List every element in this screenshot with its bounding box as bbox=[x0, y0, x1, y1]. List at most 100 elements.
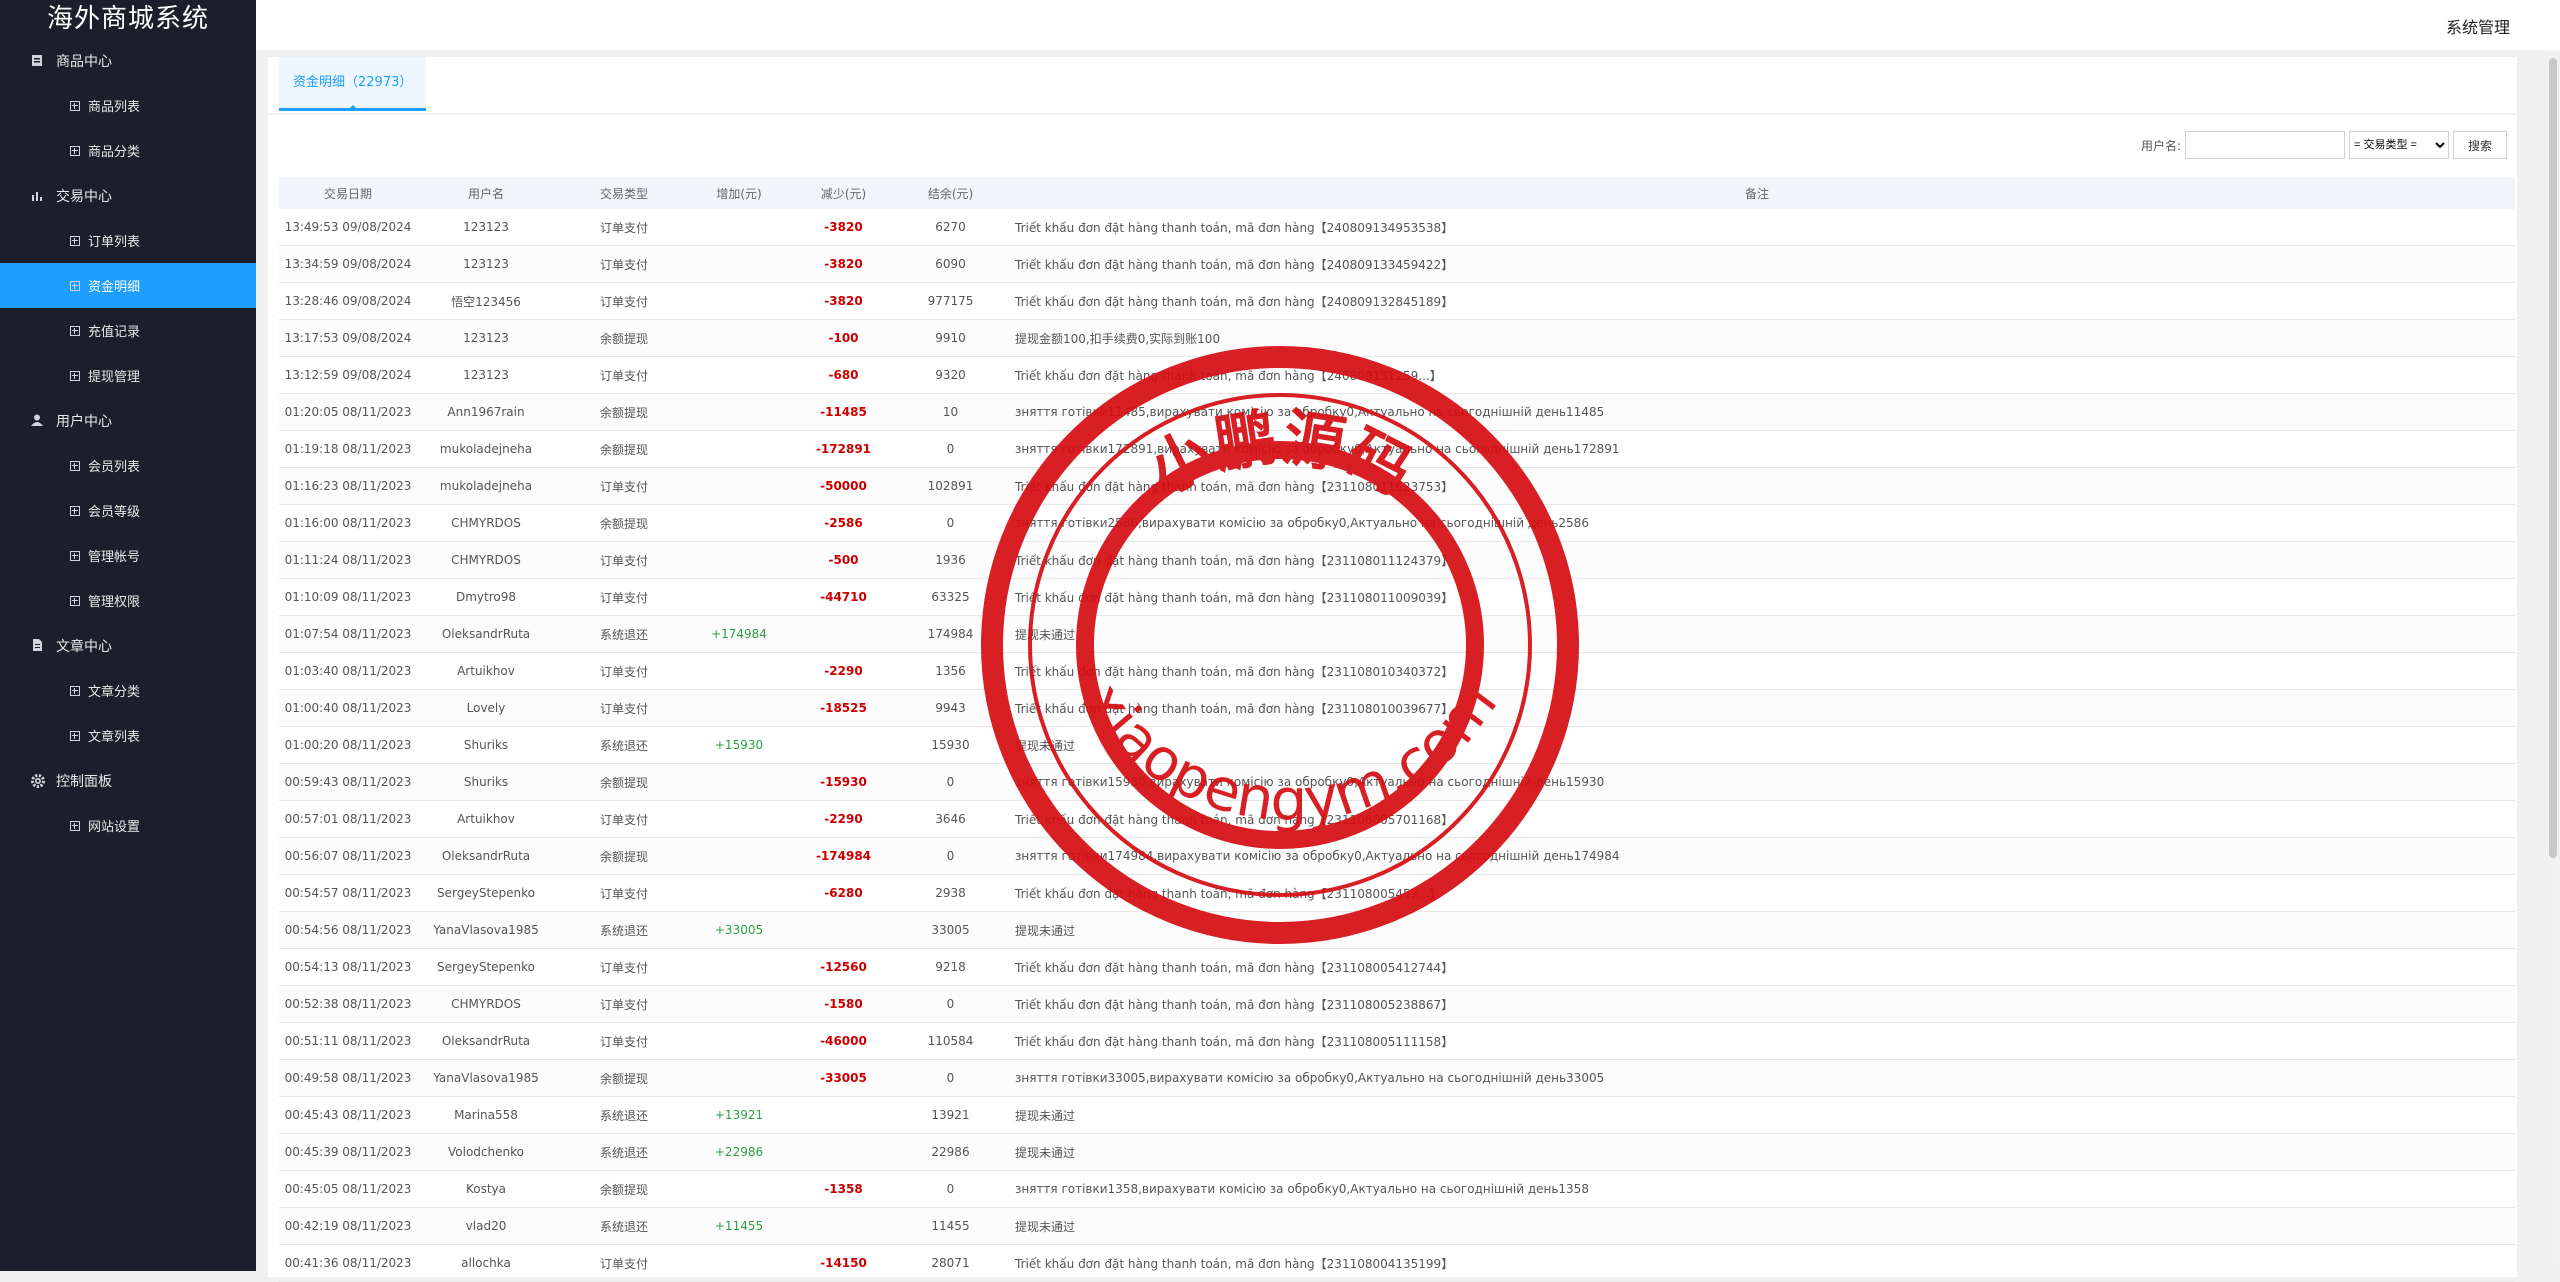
username-label: 用户名: bbox=[2140, 138, 2181, 153]
cell-balance: 1936 bbox=[902, 541, 999, 579]
cell-balance: 977175 bbox=[902, 282, 999, 320]
sidebar-item-3-1[interactable]: 文章列表 bbox=[0, 713, 256, 758]
cell-decrease bbox=[785, 911, 902, 949]
table-row: 01:00:40 08/11/2023 Lovely 订单支付 -18525 9943 T… bbox=[279, 689, 2515, 727]
cell-date: 01:11:24 08/11/2023 bbox=[279, 541, 417, 579]
cell-note: 提现未通过 bbox=[999, 1096, 2515, 1134]
cell-note: Triết khấu đơn đặt hàng thanh toán, mã đ… bbox=[999, 948, 2515, 986]
table-row: 00:57:01 08/11/2023 Artuikhov 订单支付 -2290 364… bbox=[279, 800, 2515, 838]
cell-decrease: -3820 bbox=[785, 282, 902, 320]
sidebar-group-2[interactable]: 用户中心 bbox=[0, 398, 256, 443]
cell-date: 00:57:01 08/11/2023 bbox=[279, 800, 417, 838]
cell-decrease: -500 bbox=[785, 541, 902, 579]
cell-balance: 63325 bbox=[902, 578, 999, 616]
sidebar-group-label: 商品中心 bbox=[56, 53, 112, 70]
plus-square-icon bbox=[70, 280, 80, 291]
cell-type: 订单支付 bbox=[555, 245, 693, 283]
cell-type: 系统退还 bbox=[555, 615, 693, 653]
sidebar-item-2-0[interactable]: 会员列表 bbox=[0, 443, 256, 488]
cell-increase bbox=[693, 319, 785, 357]
cell-decrease: -50000 bbox=[785, 467, 902, 505]
cell-username: allochka bbox=[417, 1244, 555, 1282]
sidebar-item-1-1[interactable]: 资金明细 bbox=[0, 263, 256, 308]
cell-note: Triết khấu đơn đặt hàng thanh toán, mã đ… bbox=[999, 652, 2515, 690]
cell-balance: 102891 bbox=[902, 467, 999, 505]
cell-type: 余额提现 bbox=[555, 837, 693, 875]
cell-date: 00:51:11 08/11/2023 bbox=[279, 1022, 417, 1060]
cell-date: 00:54:13 08/11/2023 bbox=[279, 948, 417, 986]
cell-date: 13:28:46 09/08/2024 bbox=[279, 282, 417, 320]
cell-username: SergeyStepenko bbox=[417, 874, 555, 912]
system-management-link[interactable]: 系统管理 bbox=[2446, 14, 2510, 38]
cell-decrease: -1580 bbox=[785, 985, 902, 1023]
cell-date: 13:34:59 09/08/2024 bbox=[279, 245, 417, 283]
username-search-input[interactable] bbox=[2184, 131, 2345, 159]
sidebar-item-2-3[interactable]: 管理权限 bbox=[0, 578, 256, 623]
cell-username: Shuriks bbox=[417, 726, 555, 764]
cell-increase: +174984 bbox=[693, 615, 785, 653]
sidebar-item-2-1[interactable]: 会员等级 bbox=[0, 488, 256, 533]
sidebar-item-1-2[interactable]: 充值记录 bbox=[0, 308, 256, 353]
sidebar-group-label: 交易中心 bbox=[56, 188, 112, 205]
sidebar-item-3-0[interactable]: 文章分类 bbox=[0, 668, 256, 713]
cell-increase bbox=[693, 541, 785, 579]
cell-type: 订单支付 bbox=[555, 356, 693, 394]
cell-increase bbox=[693, 282, 785, 320]
cell-username: YanaVlasova1985 bbox=[417, 911, 555, 949]
tab-fund-details[interactable]: 资金明细（22973） bbox=[279, 57, 427, 111]
sidebar-item-0-1[interactable]: 商品分类 bbox=[0, 128, 256, 173]
cell-date: 13:49:53 09/08/2024 bbox=[279, 209, 417, 246]
cell-increase bbox=[693, 948, 785, 986]
sidebar-item-1-0[interactable]: 订单列表 bbox=[0, 218, 256, 263]
cell-type: 订单支付 bbox=[555, 1244, 693, 1282]
cell-note: зняття готівки172891,вирахувати комісію … bbox=[999, 430, 2515, 468]
column-header: 交易日期 bbox=[279, 177, 417, 209]
cell-date: 00:52:38 08/11/2023 bbox=[279, 985, 417, 1023]
main-panel: 资金明细（22973） 用户名: = 交易类型 = 搜索 交易日期 用户名 交易类型… bbox=[268, 57, 2517, 1282]
cell-note: Triết khấu đơn đặt hàng thanh toán, mã đ… bbox=[999, 1244, 2515, 1282]
search-button[interactable]: 搜索 bbox=[2452, 131, 2507, 159]
column-header: 备注 bbox=[999, 177, 2515, 209]
cell-type: 系统退还 bbox=[555, 1096, 693, 1134]
sidebar-item-label: 提现管理 bbox=[88, 370, 141, 385]
sidebar-item-4-0[interactable]: 网站设置 bbox=[0, 803, 256, 848]
cell-balance: 10 bbox=[902, 393, 999, 431]
cell-username: SergeyStepenko bbox=[417, 948, 555, 986]
transaction-type-select[interactable]: = 交易类型 = bbox=[2348, 131, 2449, 159]
cell-username: 123123 bbox=[417, 356, 555, 394]
cell-balance: 9218 bbox=[902, 948, 999, 986]
cell-username: mukoladejneha bbox=[417, 430, 555, 468]
cell-note: Triết khấu đơn đặt hàng thanh toán, mã đ… bbox=[999, 245, 2515, 283]
plus-square-icon bbox=[70, 235, 80, 246]
plus-square-icon bbox=[70, 370, 80, 381]
cell-decrease: -1358 bbox=[785, 1170, 902, 1208]
scrollbar-thumb[interactable] bbox=[2549, 58, 2557, 858]
plus-square-icon bbox=[70, 820, 80, 831]
cell-balance: 33005 bbox=[902, 911, 999, 949]
tab-bar: 资金明细（22973） bbox=[268, 57, 2517, 115]
sidebar-item-0-0[interactable]: 商品列表 bbox=[0, 83, 256, 128]
table-row: 01:00:20 08/11/2023 Shuriks 系统退还 +15930 1593… bbox=[279, 726, 2515, 764]
cell-date: 00:45:39 08/11/2023 bbox=[279, 1133, 417, 1171]
cell-username: 123123 bbox=[417, 245, 555, 283]
cell-increase bbox=[693, 504, 785, 542]
cell-decrease: -680 bbox=[785, 356, 902, 394]
cell-decrease: -3820 bbox=[785, 245, 902, 283]
cell-increase bbox=[693, 800, 785, 838]
cell-note: зняття готівки2586,вирахувати комісію за… bbox=[999, 504, 2515, 542]
sidebar-group-1[interactable]: 交易中心 bbox=[0, 173, 256, 218]
cell-decrease: -6280 bbox=[785, 874, 902, 912]
user-icon bbox=[30, 413, 46, 429]
cell-username: OleksandrRuta bbox=[417, 1022, 555, 1060]
cell-note: Triết khấu đơn đặt hàng thanh toán, mã đ… bbox=[999, 985, 2515, 1023]
sidebar-group-3[interactable]: 文章中心 bbox=[0, 623, 256, 668]
sidebar-group-4[interactable]: 控制面板 bbox=[0, 758, 256, 803]
cell-type: 订单支付 bbox=[555, 689, 693, 727]
cell-type: 系统退还 bbox=[555, 1133, 693, 1171]
sidebar-group-0[interactable]: 商品中心 bbox=[0, 38, 256, 83]
vertical-scrollbar[interactable] bbox=[2546, 50, 2560, 1271]
sidebar-item-label: 文章分类 bbox=[88, 685, 141, 700]
sidebar-item-1-3[interactable]: 提现管理 bbox=[0, 353, 256, 398]
sidebar-item-2-2[interactable]: 管理帐号 bbox=[0, 533, 256, 578]
cell-decrease: -2290 bbox=[785, 652, 902, 690]
